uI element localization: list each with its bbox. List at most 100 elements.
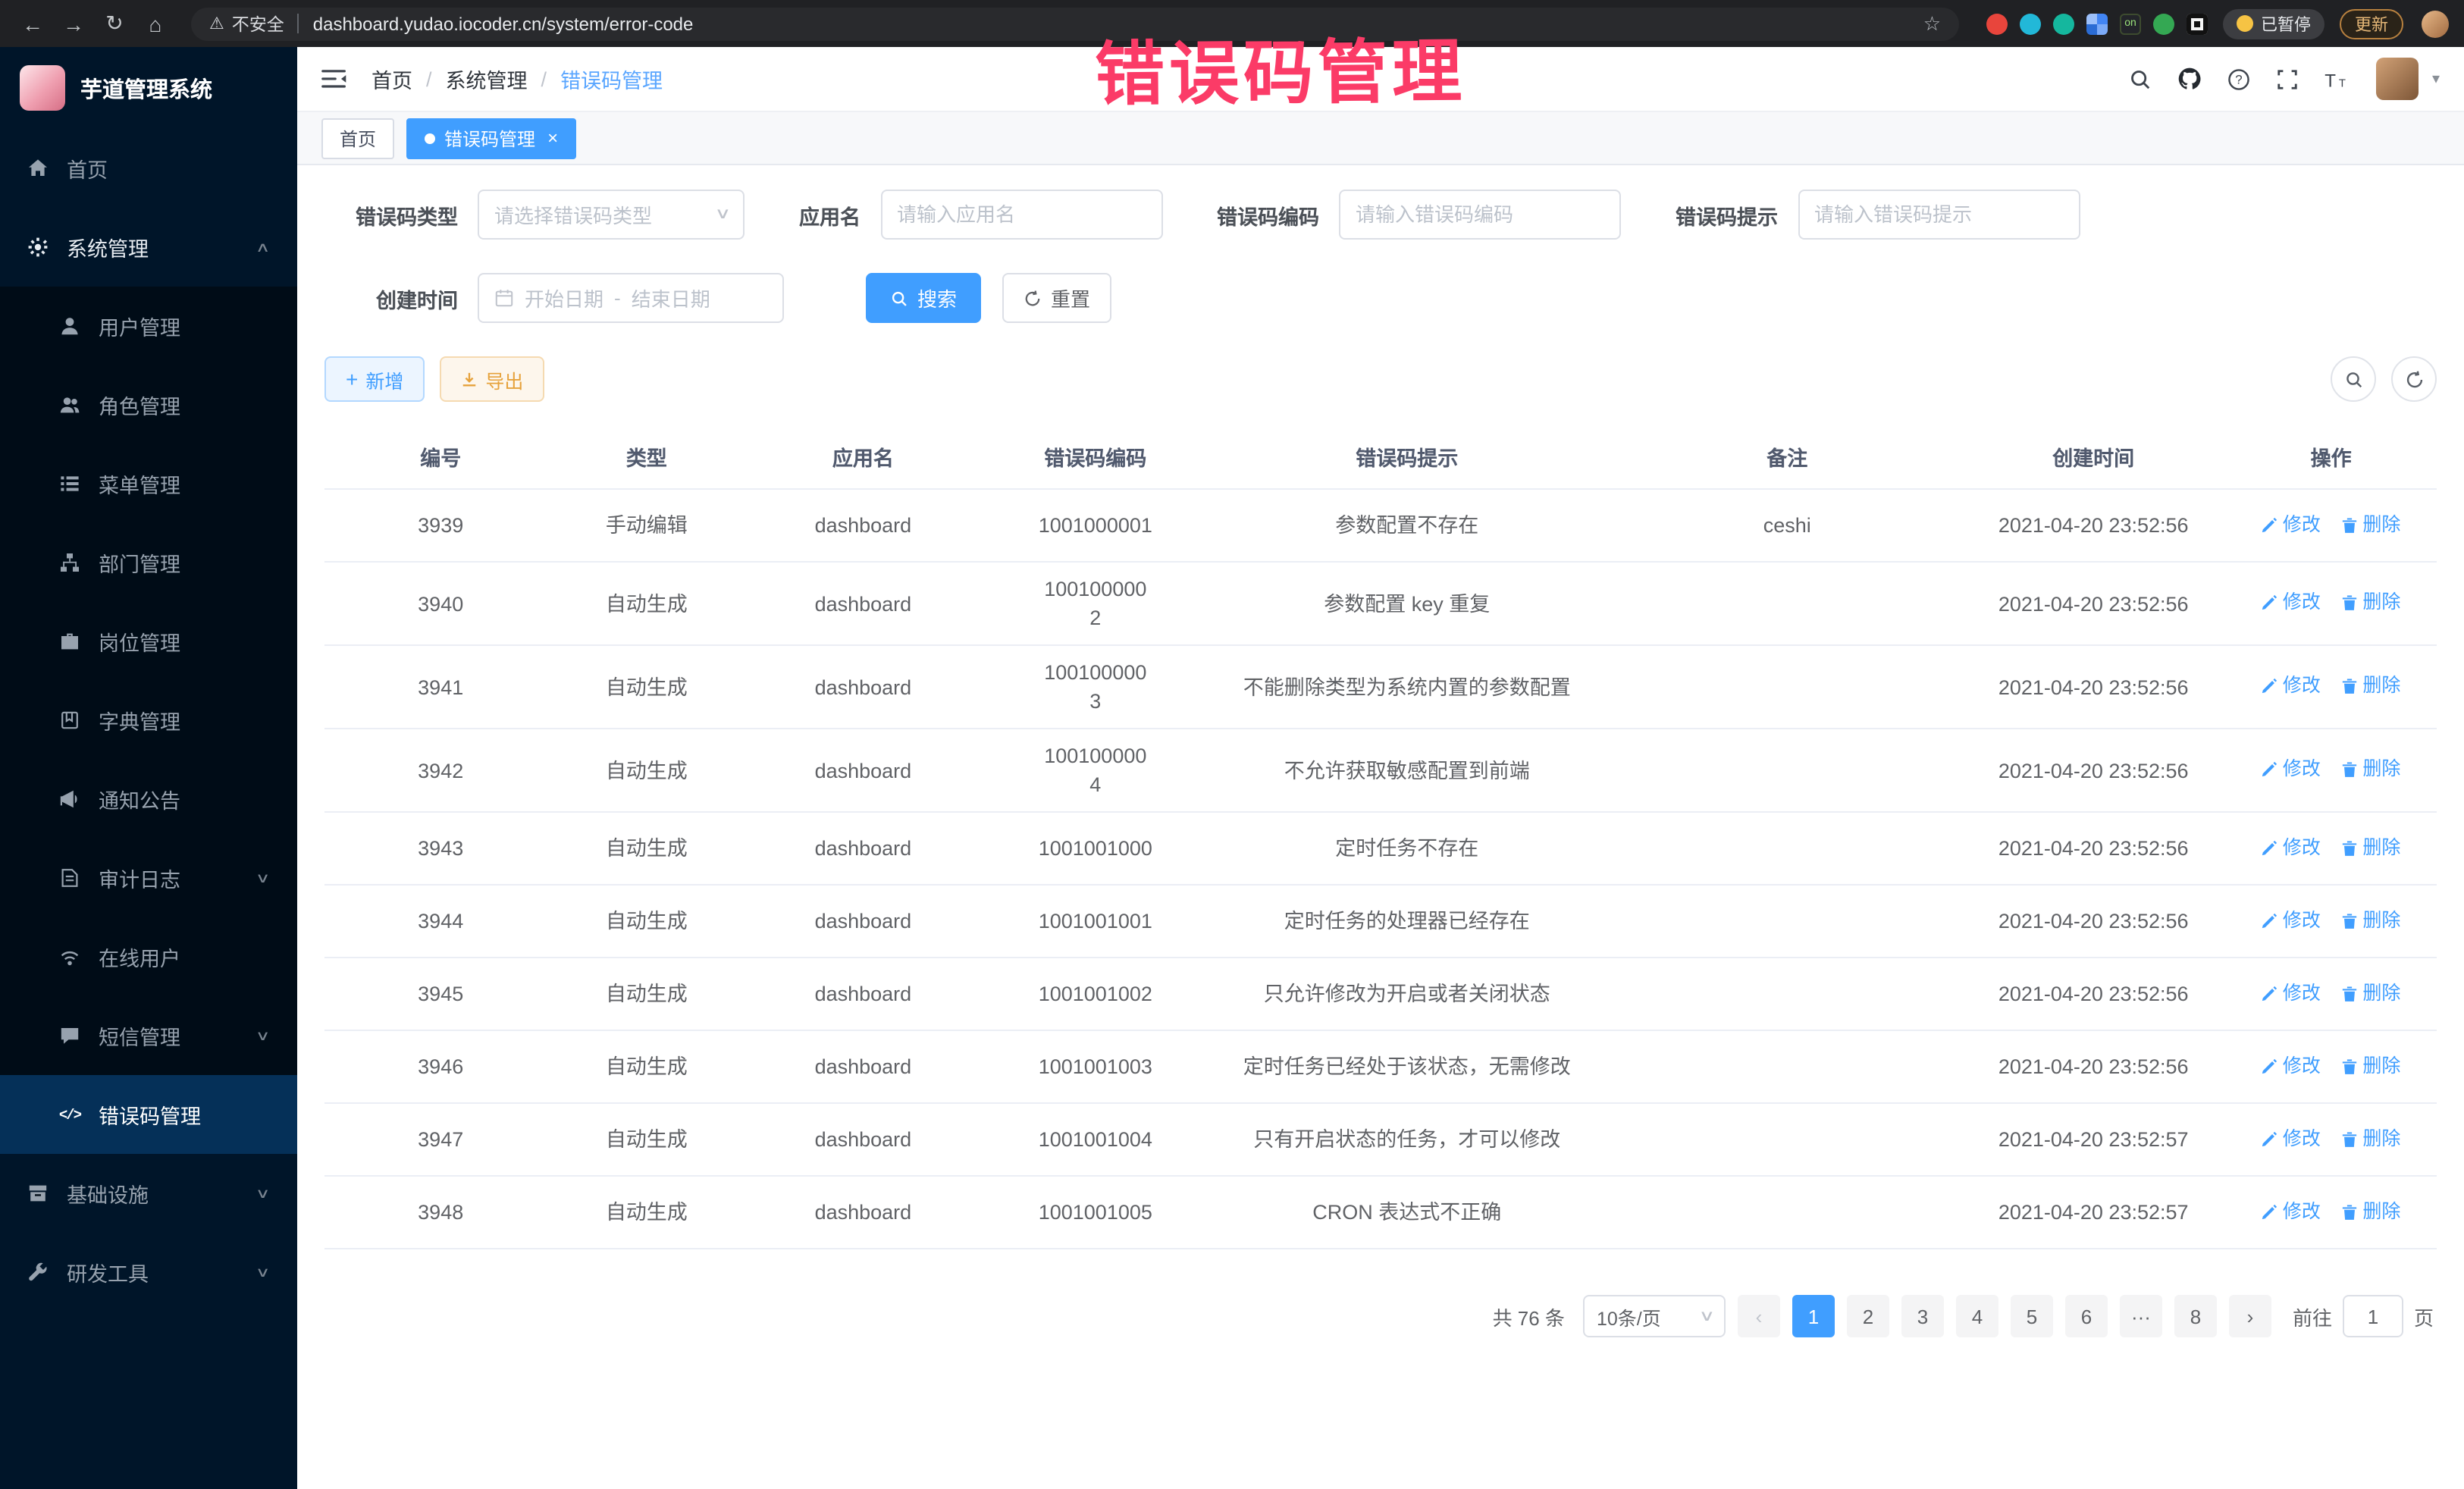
error-code-input[interactable]: [1339, 190, 1621, 240]
cell-time: 2021-04-20 23:52:56: [1961, 756, 2225, 785]
sidebar-item-post[interactable]: 岗位管理: [0, 602, 297, 681]
delete-link[interactable]: 删除: [2341, 1052, 2400, 1080]
help-icon[interactable]: ?: [2227, 67, 2250, 90]
extension-icon-grid[interactable]: [2086, 13, 2108, 34]
next-page-button[interactable]: ›: [2229, 1295, 2271, 1337]
edit-link[interactable]: 修改: [2262, 833, 2321, 862]
refresh-button[interactable]: [2391, 356, 2437, 402]
browser-profile-avatar[interactable]: [2422, 10, 2449, 37]
page-button-4[interactable]: 4: [1956, 1295, 1998, 1337]
goto-page-input[interactable]: [2343, 1295, 2403, 1337]
page-ellipsis-button[interactable]: ···: [2120, 1295, 2162, 1337]
search-button[interactable]: 搜索: [866, 273, 981, 323]
delete-link[interactable]: 删除: [2341, 833, 2400, 862]
reload-button[interactable]: ↻: [97, 11, 132, 36]
edit-link[interactable]: 修改: [2262, 588, 2321, 617]
reset-button[interactable]: 重置: [1002, 273, 1111, 323]
date-range-picker[interactable]: 开始日期 - 结束日期: [478, 273, 784, 323]
extension-icon-drop[interactable]: [2020, 13, 2041, 34]
briefcase-icon: [58, 631, 82, 652]
edit-link[interactable]: 修改: [2262, 672, 2321, 701]
cell-operations: 修改 删除: [2225, 833, 2437, 864]
address-bar[interactable]: ⚠ 不安全 dashboard.yudao.iocoder.cn/system/…: [191, 7, 1959, 40]
extension-icon-red[interactable]: [1986, 13, 2008, 34]
extension-icon-green-v[interactable]: [2053, 13, 2074, 34]
sidebar-item-home[interactable]: 首页: [0, 129, 297, 208]
breadcrumb-item-0[interactable]: 首页: [371, 64, 412, 94]
github-icon[interactable]: [2177, 67, 2202, 91]
delete-link[interactable]: 删除: [2341, 755, 2400, 784]
paused-badge[interactable]: 已暂停: [2223, 8, 2324, 39]
edit-link[interactable]: 修改: [2262, 906, 2321, 935]
extension-icon-on[interactable]: on: [2120, 13, 2141, 34]
sidebar-item-sms[interactable]: 短信管理 ∨: [0, 996, 297, 1075]
font-size-icon[interactable]: TT: [2324, 69, 2350, 89]
export-button[interactable]: 导出: [440, 356, 544, 402]
page-button-1[interactable]: 1: [1792, 1295, 1835, 1337]
chevron-down-icon[interactable]: ▾: [2432, 71, 2440, 87]
delete-link[interactable]: 删除: [2341, 979, 2400, 1008]
sidebar-item-system[interactable]: 系统管理 ∧: [0, 208, 297, 287]
add-button[interactable]: + 新增: [324, 356, 425, 402]
page-button-2[interactable]: 2: [1847, 1295, 1889, 1337]
delete-link[interactable]: 删除: [2341, 1197, 2400, 1226]
column-header-operations: 操作: [2225, 440, 2437, 471]
sidebar-item-online-user[interactable]: 在线用户: [0, 917, 297, 996]
fullscreen-icon[interactable]: [2276, 67, 2299, 90]
sidebar-item-notice[interactable]: 通知公告: [0, 760, 297, 839]
cell-operations: 修改 删除: [2225, 510, 2437, 541]
tab-home[interactable]: 首页: [321, 118, 394, 158]
sidebar-item-dev-tools[interactable]: 研发工具 ∨: [0, 1233, 297, 1312]
cell-code: 1001001001: [990, 907, 1202, 936]
page-button-8[interactable]: 8: [2174, 1295, 2217, 1337]
user-avatar[interactable]: [2376, 58, 2419, 100]
delete-link[interactable]: 删除: [2341, 510, 2400, 539]
sidebar-item-role[interactable]: 角色管理: [0, 365, 297, 444]
edit-link[interactable]: 修改: [2262, 1052, 2321, 1080]
sidebar-item-infra[interactable]: 基础设施 ∨: [0, 1154, 297, 1233]
page-size-select[interactable]: 10条/页 ∨: [1583, 1295, 1726, 1337]
sidebar-item-dept[interactable]: 部门管理: [0, 523, 297, 602]
delete-link[interactable]: 删除: [2341, 906, 2400, 935]
bookmark-star-icon[interactable]: ☆: [1923, 11, 1941, 36]
page-button-5[interactable]: 5: [2011, 1295, 2053, 1337]
error-type-select[interactable]: 请选择错误码类型 ∨: [478, 190, 745, 240]
delete-icon: [2341, 1130, 2358, 1147]
sidebar-item-dict[interactable]: 字典管理: [0, 681, 297, 760]
edit-link[interactable]: 修改: [2262, 979, 2321, 1008]
tab-close-icon[interactable]: ×: [547, 129, 558, 147]
table-row: 3948 自动生成 dashboard 1001001005 CRON 表达式不…: [324, 1177, 2437, 1249]
sidebar-item-menu[interactable]: 菜单管理: [0, 444, 297, 523]
menu-fold-icon[interactable]: [321, 68, 347, 89]
delete-link[interactable]: 删除: [2341, 588, 2400, 617]
search-icon[interactable]: [2129, 67, 2152, 90]
sidebar-item-audit-log[interactable]: 审计日志 ∨: [0, 839, 297, 917]
toggle-search-button[interactable]: [2331, 356, 2376, 402]
sidebar-item-user[interactable]: 用户管理: [0, 287, 297, 365]
edit-link[interactable]: 修改: [2262, 510, 2321, 539]
table-row: 3943 自动生成 dashboard 1001001000 定时任务不存在 2…: [324, 813, 2437, 886]
error-hint-input[interactable]: [1798, 190, 2080, 240]
filter-hint-label: 错误码提示: [1676, 199, 1778, 230]
svg-text:T: T: [2339, 77, 2346, 89]
app-name-input[interactable]: [880, 190, 1162, 240]
delete-link[interactable]: 删除: [2341, 1124, 2400, 1153]
delete-link[interactable]: 删除: [2341, 672, 2400, 701]
extension-icon-leaf[interactable]: [2153, 13, 2174, 34]
back-button[interactable]: ←: [15, 11, 50, 36]
extension-icon-pin[interactable]: [2187, 13, 2208, 34]
edit-link[interactable]: 修改: [2262, 755, 2321, 784]
breadcrumb-item-1[interactable]: 系统管理: [446, 64, 528, 94]
tab-error-code[interactable]: 错误码管理 ×: [406, 118, 576, 158]
prev-page-button[interactable]: ‹: [1738, 1295, 1780, 1337]
page-button-6[interactable]: 6: [2065, 1295, 2108, 1337]
sidebar-item-error-code[interactable]: </> 错误码管理: [0, 1075, 297, 1154]
page-button-3[interactable]: 3: [1901, 1295, 1944, 1337]
edit-link[interactable]: 修改: [2262, 1124, 2321, 1153]
update-button[interactable]: 更新: [2340, 8, 2403, 39]
edit-link[interactable]: 修改: [2262, 1197, 2321, 1226]
home-button[interactable]: ⌂: [138, 11, 173, 36]
cell-code: 1001000002: [990, 575, 1202, 632]
cell-type: 自动生成: [556, 907, 736, 936]
forward-button[interactable]: →: [56, 11, 91, 36]
